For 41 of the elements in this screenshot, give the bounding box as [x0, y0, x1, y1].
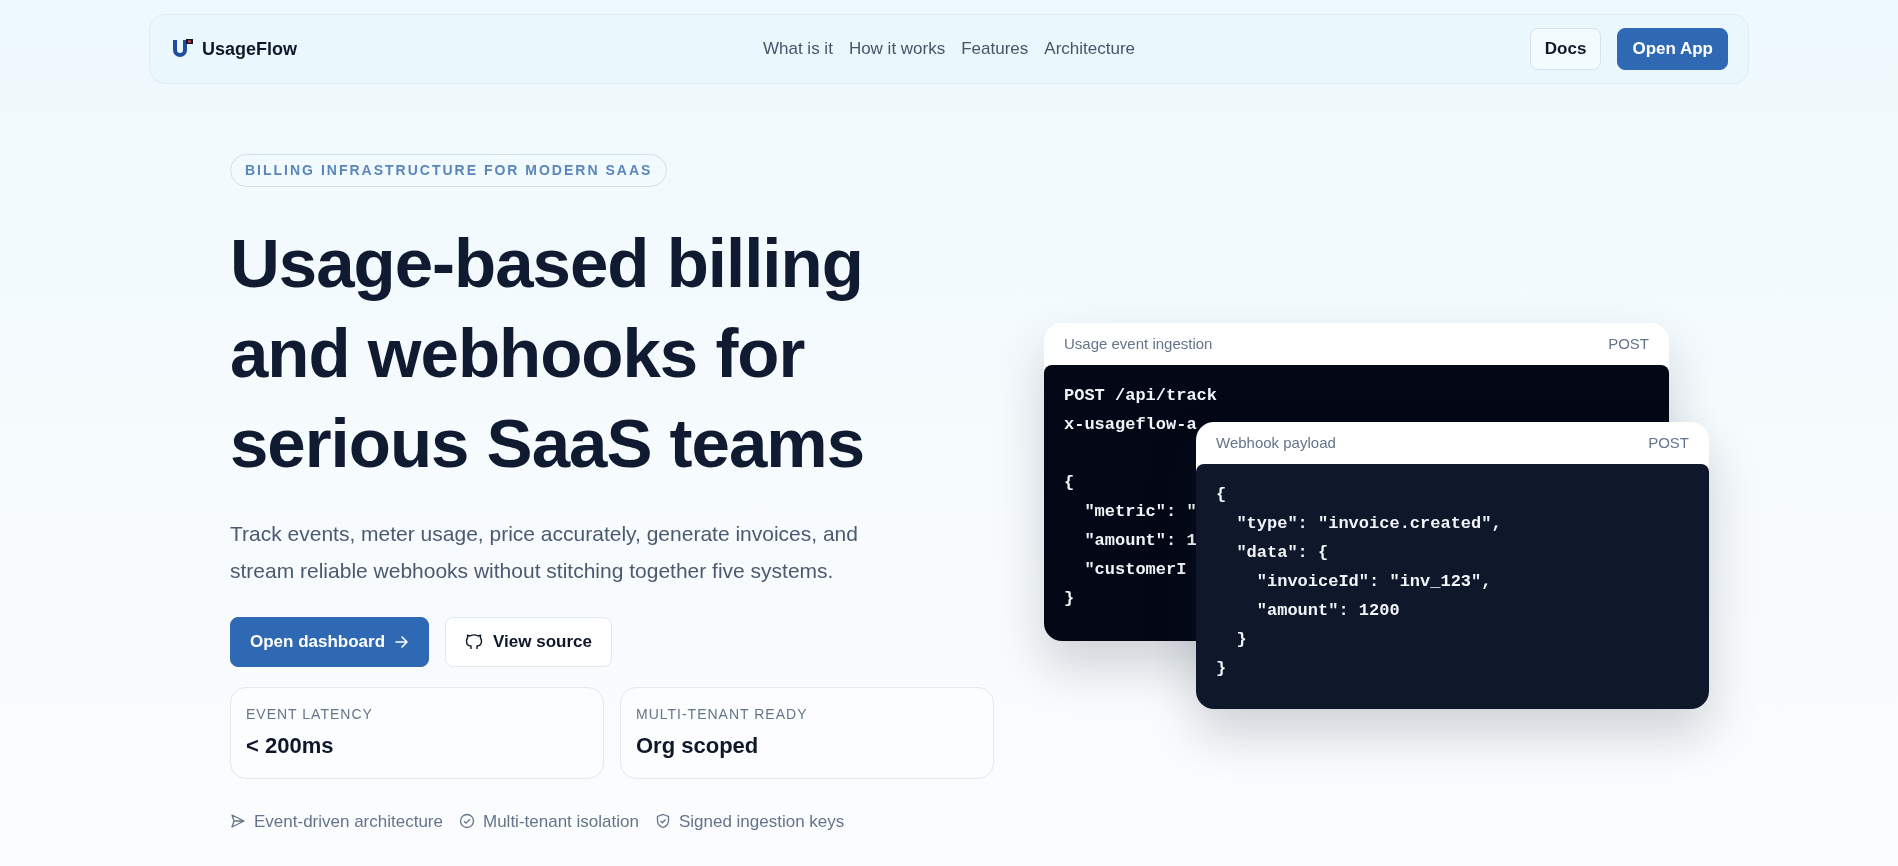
code-line: }: [1064, 588, 1075, 610]
code-line: "invoiceId": "inv_123",: [1255, 571, 1492, 593]
arrow-right-icon: [395, 634, 410, 649]
code-line: {: [1064, 472, 1075, 494]
open-app-button[interactable]: Open App: [1617, 28, 1728, 70]
code-line: "metric": ": [1083, 501, 1197, 523]
docs-button[interactable]: Docs: [1529, 28, 1602, 70]
nav-link[interactable]: Features: [961, 36, 1029, 62]
code-card-title: Webhook payload: [1216, 432, 1336, 453]
stat-label: MULTI-TENANT READY: [636, 704, 809, 724]
code-line: "amount": 1200: [1255, 600, 1400, 622]
stat-value: < 200ms: [246, 731, 335, 760]
stat-value: Org scoped: [636, 731, 760, 760]
method-label: POST: [1648, 432, 1689, 453]
nav-link[interactable]: What is it: [762, 36, 833, 62]
cat-head-icon: [465, 632, 484, 651]
feature-label: Event-driven architecture: [254, 810, 443, 833]
nav-link[interactable]: How it works: [848, 36, 946, 62]
stat-label: EVENT LATENCY: [246, 704, 374, 724]
code-line: "amount": 1: [1083, 530, 1197, 552]
check-circle-icon: [459, 813, 475, 830]
nav-link[interactable]: Architecture: [1044, 36, 1136, 62]
code-line: x-usageflow-a: [1064, 414, 1197, 436]
method-label: POST: [1608, 333, 1649, 354]
code-line: POST /api/track: [1064, 385, 1218, 407]
code-line: "customerI: [1083, 559, 1187, 581]
code-line: "type": "invoice.created",: [1235, 513, 1502, 535]
send-icon: [230, 813, 246, 830]
feature-label: Signed ingestion keys: [678, 810, 845, 833]
headline: Usage-based billing and webhooks for serious SaaS teams: [230, 224, 866, 484]
code-line: {: [1216, 484, 1227, 506]
code-line: }: [1235, 629, 1247, 651]
view-source-button[interactable]: View source: [445, 617, 612, 667]
code-card-title: Usage event ingestion: [1064, 333, 1213, 354]
shield-icon: [654, 813, 671, 830]
lead-paragraph: Track events, meter usage, price accurately, generate invoices, and stream reliable webhooks without stitching together five systems.: [230, 521, 859, 584]
brand-name[interactable]: UsageFlow: [202, 35, 298, 63]
feature-label: Multi-tenant isolation: [483, 810, 639, 833]
code-line: "data": {: [1235, 542, 1329, 564]
open-dashboard-button[interactable]: Open dashboard: [230, 617, 430, 667]
code-line: }: [1216, 658, 1227, 680]
